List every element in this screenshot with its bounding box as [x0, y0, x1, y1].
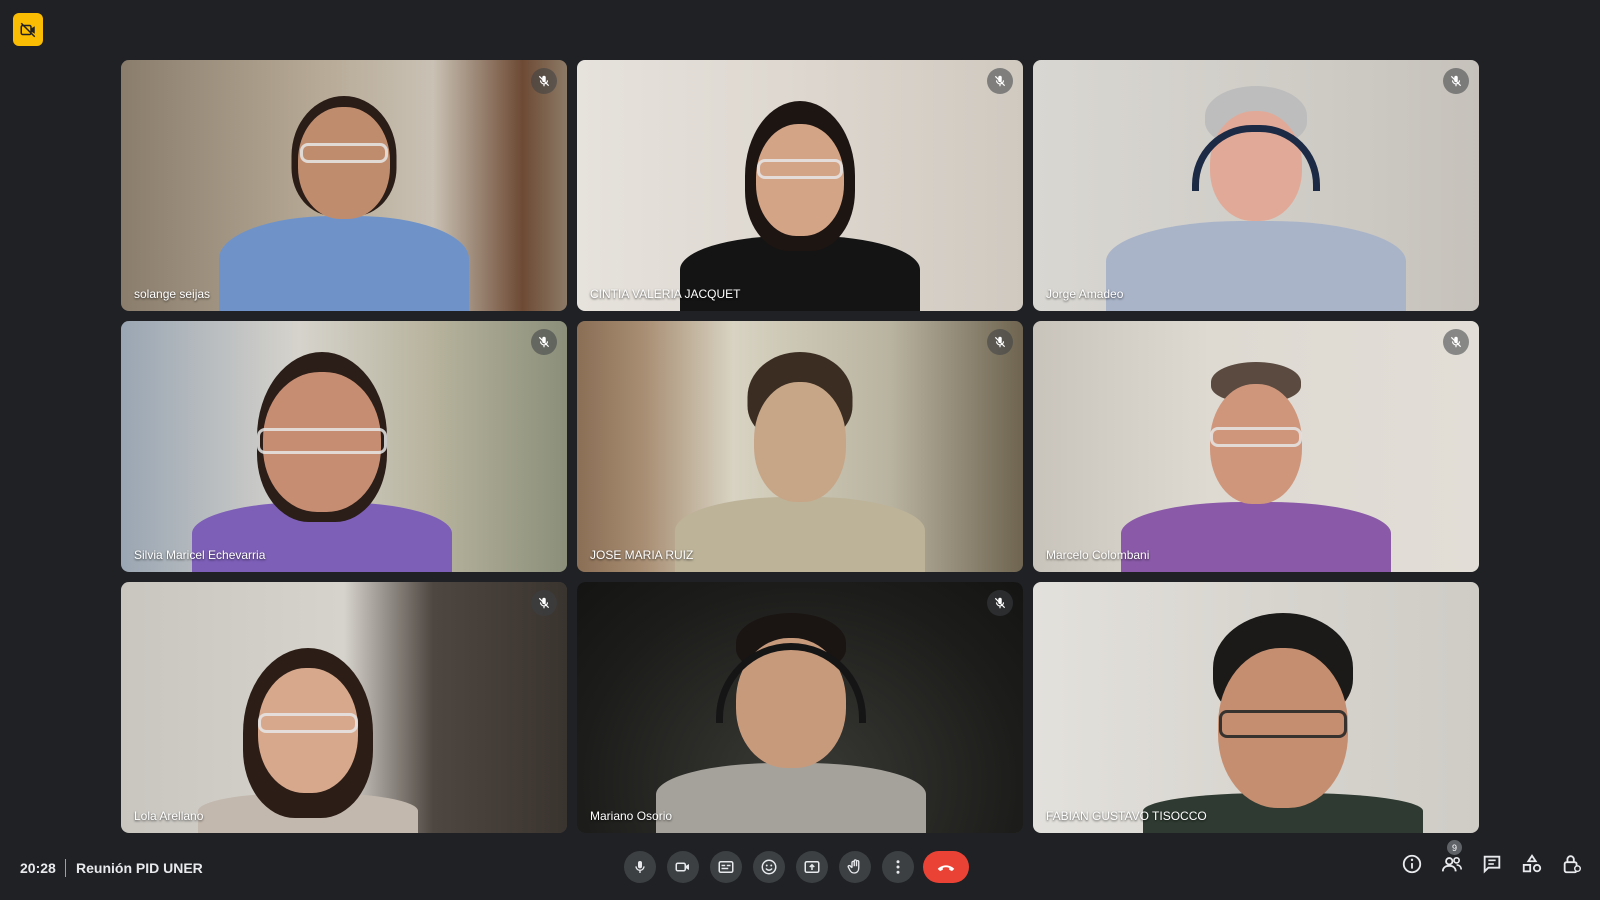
meeting-title: Reunión PID UNER — [76, 860, 203, 876]
side-controls: 9 — [1400, 840, 1584, 876]
participant-count-badge: 9 — [1447, 840, 1462, 855]
video-off-icon — [20, 22, 36, 37]
camera-button[interactable] — [667, 851, 699, 883]
activities-icon — [1522, 854, 1542, 873]
end-call-button[interactable] — [923, 851, 969, 883]
meeting-time: 20:28 — [20, 860, 56, 876]
emoji-button[interactable] — [753, 851, 785, 883]
mic-off-icon — [1443, 329, 1469, 355]
microphone-icon — [635, 861, 645, 873]
mic-off-icon — [1443, 68, 1469, 94]
chat-button[interactable] — [1480, 852, 1504, 876]
captions-button[interactable] — [710, 851, 742, 883]
divider — [65, 859, 66, 877]
info-button[interactable] — [1400, 852, 1424, 876]
raise-hand-icon — [847, 859, 860, 874]
participant-tile[interactable]: solange seijas — [121, 60, 567, 311]
present-button[interactable] — [796, 851, 828, 883]
bottom-toolbar: 20:28 Reunión PID UNER 9 — [0, 840, 1600, 900]
participant-name: Lola Arellano — [134, 809, 204, 823]
participant-name: JOSE MARIA RUIZ — [590, 548, 694, 562]
participant-tile[interactable]: Marcelo Colombani — [1033, 321, 1479, 572]
microphone-button[interactable] — [624, 851, 656, 883]
mic-off-icon — [987, 590, 1013, 616]
more-options-icon — [896, 860, 900, 874]
participant-tile[interactable]: Jorge Amadeo — [1033, 60, 1479, 311]
people-icon — [1441, 856, 1462, 872]
participant-tile[interactable]: JOSE MARIA RUIZ — [577, 321, 1023, 572]
participant-tile[interactable]: Lola Arellano — [121, 582, 567, 833]
people-button[interactable]: 9 — [1440, 840, 1464, 876]
participant-tile[interactable]: CINTIA VALERIA JACQUET — [577, 60, 1023, 311]
info-icon — [1402, 854, 1422, 874]
participant-name: Mariano Osorio — [590, 809, 673, 823]
participant-name: FABIAN GUSTAVO TISOCCO — [1046, 809, 1207, 823]
participant-name: solange seijas — [134, 287, 211, 301]
activities-button[interactable] — [1520, 852, 1544, 876]
participant-name: Marcelo Colombani — [1046, 548, 1150, 562]
participant-tile[interactable]: Silvia Maricel Echevarria — [121, 321, 567, 572]
raise-hand-button[interactable] — [839, 851, 871, 883]
participant-name: Jorge Amadeo — [1046, 287, 1124, 301]
present-icon — [804, 861, 820, 873]
mic-off-icon — [987, 68, 1013, 94]
participant-name: CINTIA VALERIA JACQUET — [590, 287, 741, 301]
participant-tile[interactable]: FABIAN GUSTAVO TISOCCO — [1033, 582, 1479, 833]
call-controls — [624, 851, 969, 883]
end-call-icon — [937, 865, 955, 872]
mic-off-icon — [531, 590, 557, 616]
chat-icon — [1483, 855, 1501, 874]
mic-off-icon — [987, 329, 1013, 355]
mic-off-icon — [531, 68, 557, 94]
recording-badge[interactable] — [13, 13, 43, 46]
host-controls-icon — [1563, 855, 1581, 874]
mic-off-icon — [531, 329, 557, 355]
captions-icon — [718, 861, 734, 873]
participant-name: Silvia Maricel Echevarria — [134, 548, 266, 562]
host-controls-button[interactable] — [1560, 852, 1584, 876]
camera-icon — [675, 862, 689, 872]
more-options-button[interactable] — [882, 851, 914, 883]
participant-grid: solange seijas CINTIA VALERIA JACQUET Jo… — [121, 60, 1480, 834]
participant-tile[interactable]: Mariano Osorio — [577, 582, 1023, 833]
emoji-icon — [761, 859, 777, 875]
